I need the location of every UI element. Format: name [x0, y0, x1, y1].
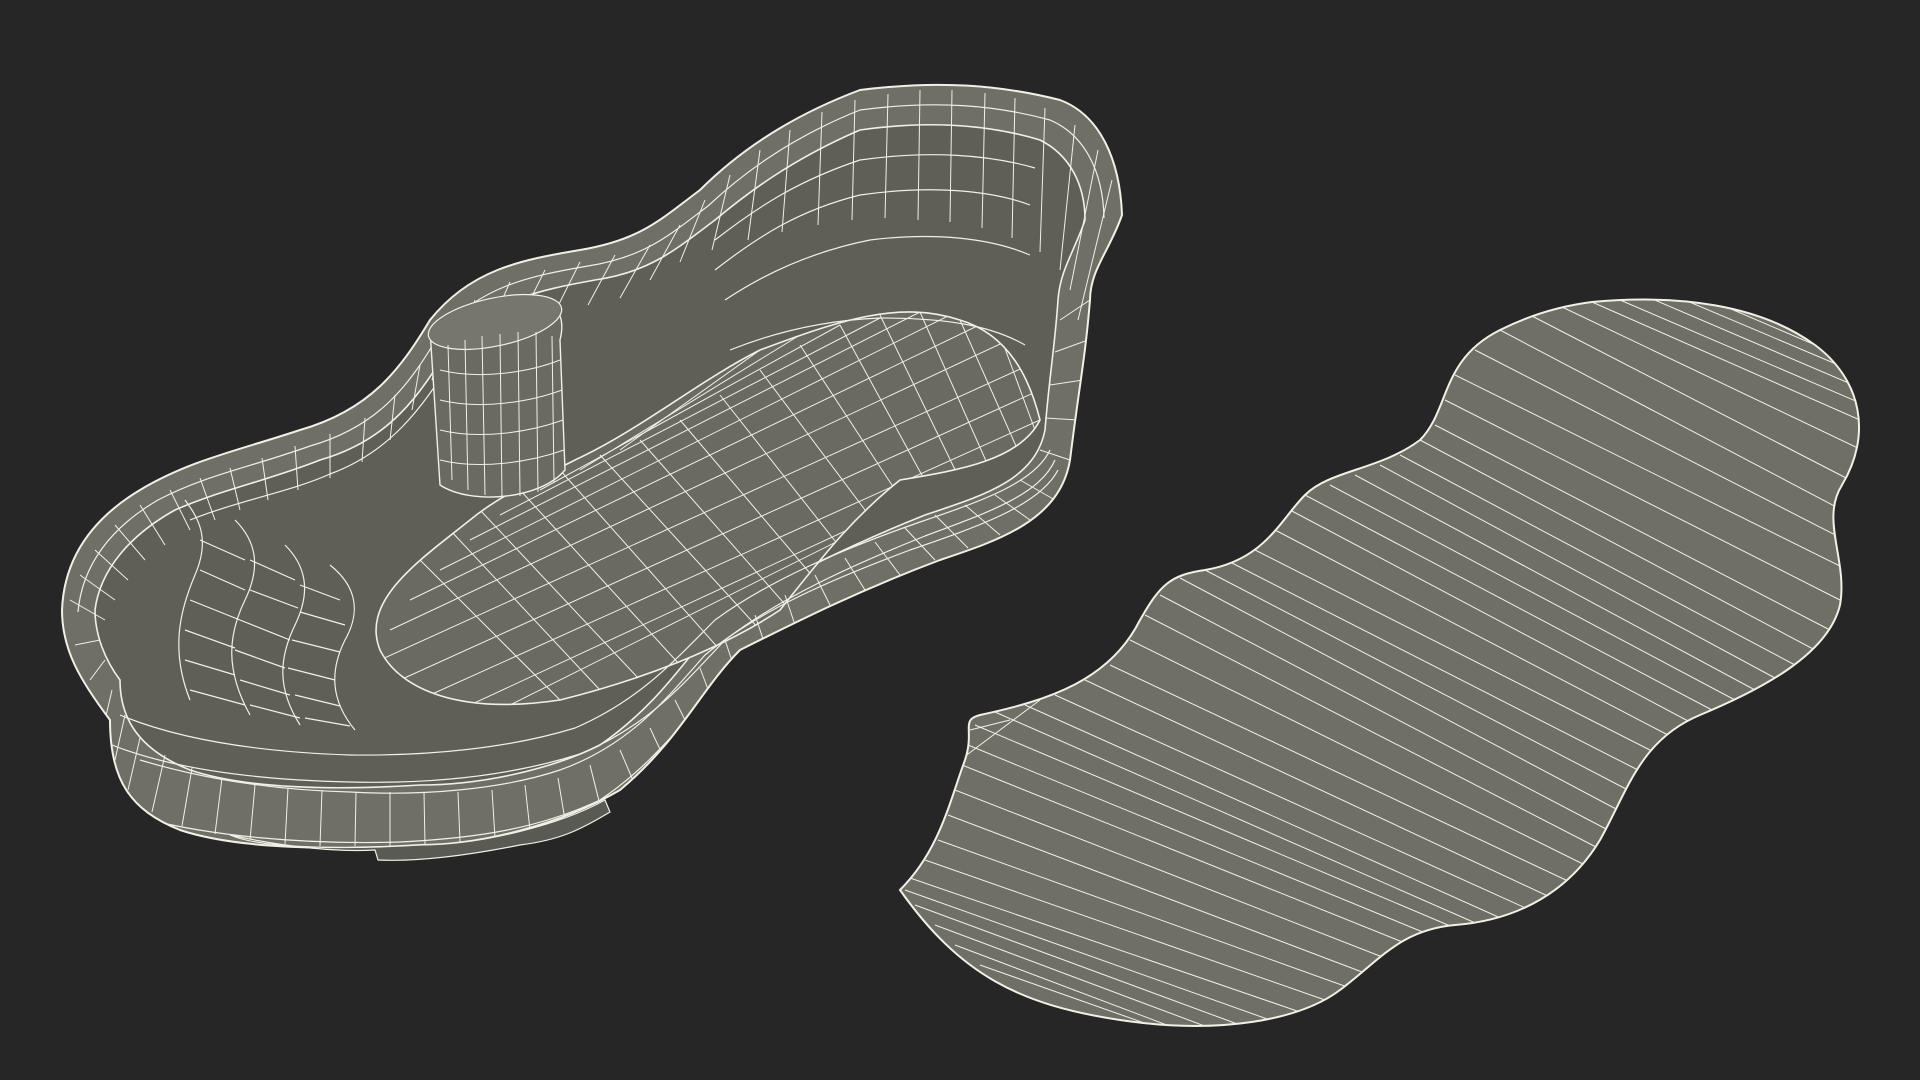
- pool-shell-bench: [427, 293, 566, 499]
- pool-shell-wireframe: [60, 83, 1124, 861]
- viewport: [0, 0, 1920, 1080]
- render-scene: [60, 83, 1860, 1027]
